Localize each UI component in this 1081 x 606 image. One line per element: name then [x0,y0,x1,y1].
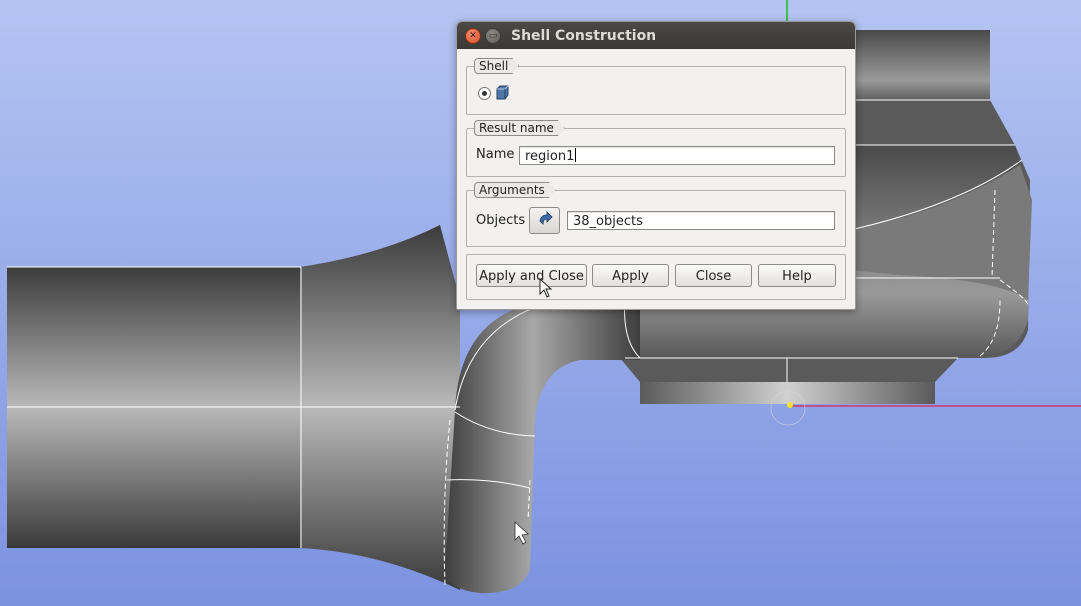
dialog-titlebar[interactable]: ✕ ▭ Shell Construction [457,22,855,49]
help-button[interactable]: Help [758,264,836,287]
name-input[interactable]: region1 [519,146,835,165]
shell-group [466,66,846,115]
name-label: Name [476,147,515,162]
objects-input-value: 38_objects [573,214,643,229]
arguments-group-label: Arguments [474,182,556,198]
apply-and-close-button[interactable]: Apply and Close [476,264,587,287]
shell-cube-icon [496,85,509,100]
apply-button[interactable]: Apply [592,264,669,287]
close-window-icon[interactable]: ✕ [465,28,481,44]
selection-arrow-icon [539,211,553,225]
minimize-window-icon[interactable]: ▭ [485,28,501,44]
close-button[interactable]: Close [675,264,752,287]
dialog-title: Shell Construction [511,28,657,44]
shell-option-radio[interactable] [478,87,491,100]
objects-input[interactable]: 38_objects [567,211,835,230]
shell-construction-dialog: ✕ ▭ Shell Construction Shell Result name… [456,21,856,310]
mouse-cursor-icon [539,278,553,298]
name-input-value: region1 [525,149,575,164]
objects-select-button[interactable] [529,207,560,234]
shell-group-label: Shell [474,58,519,74]
result-name-group-label: Result name [474,120,565,136]
objects-label: Objects [476,213,526,228]
